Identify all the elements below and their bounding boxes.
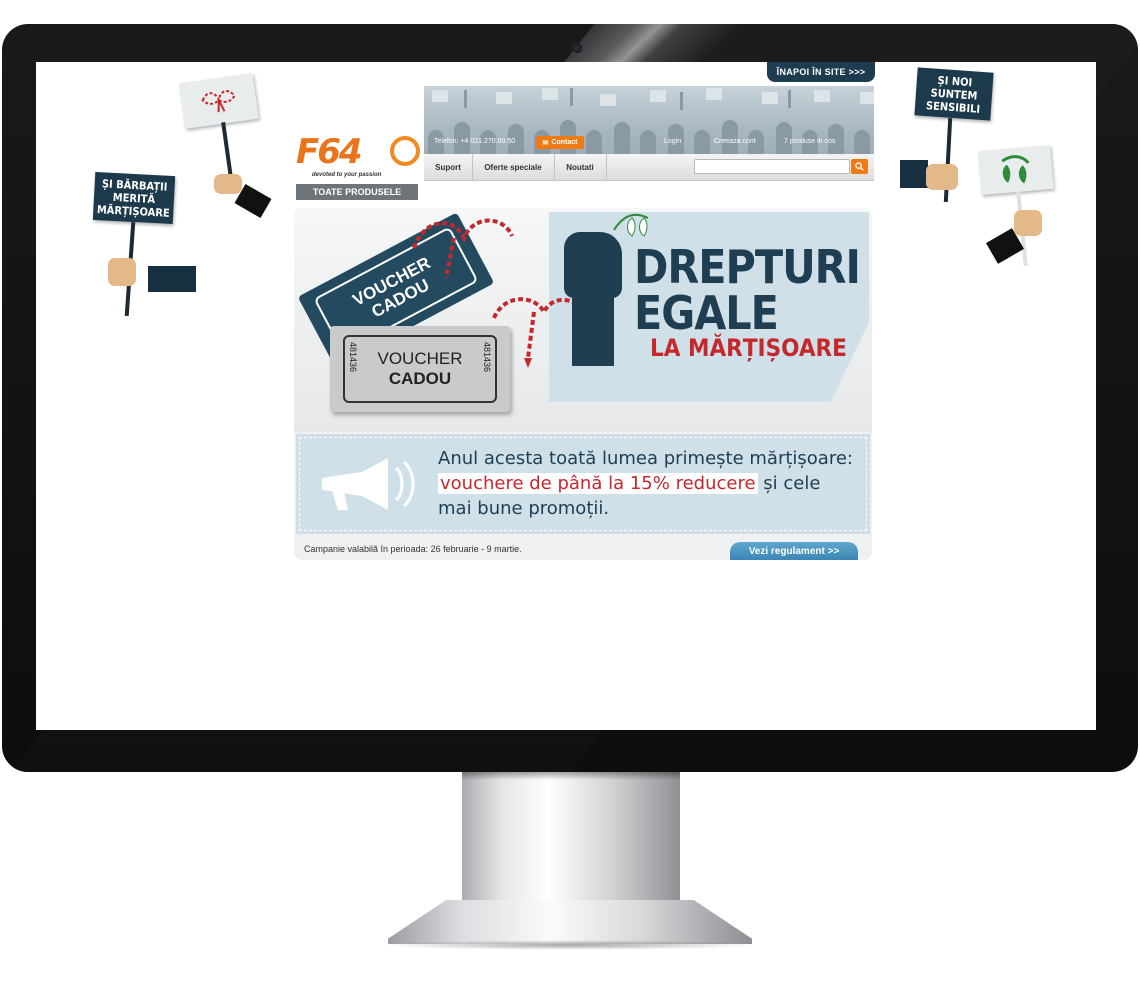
sign-snowdrop-right xyxy=(976,144,1086,278)
main-nav: Suport Oferte speciale Noutati xyxy=(424,154,874,181)
logo-wordmark: F64 xyxy=(296,132,363,172)
stand-shadow xyxy=(380,940,760,950)
promo-line-3: mai bune promoții. xyxy=(438,498,610,519)
logo-ring-icon xyxy=(390,136,420,166)
sign-left-men: ȘI BĂRBAȚII MERITĂ MĂRȚIȘOARE xyxy=(90,171,210,324)
headline: DREPTURI EGALE xyxy=(634,240,861,340)
logo-tagline: devoted to your passion xyxy=(312,172,382,178)
monitor-stand-base xyxy=(388,900,752,944)
sign-hand xyxy=(108,258,136,286)
screen: ȘI BĂRBAȚII MERITĂ MĂRȚIȘOARE ȘI NOI SUN… xyxy=(36,62,1096,730)
nav-support[interactable]: Suport xyxy=(424,154,473,180)
landing-page: ÎNAPOI ÎN SITE >>> Telefon: +4 021.270.0… xyxy=(294,62,875,562)
cart-link[interactable]: 7 produse in cos xyxy=(784,138,835,145)
promo-text: Anul acesta toată lumea primește mărțișo… xyxy=(438,446,868,521)
back-to-site-link[interactable]: ÎNAPOI ÎN SITE >>> xyxy=(767,62,875,82)
promo-line-2-wrap: vouchere de până la 15% reducere și cele xyxy=(438,471,868,496)
snowdrop-icon xyxy=(1001,155,1030,184)
promo-line-1: Anul acesta toată lumea primește mărțișo… xyxy=(438,448,853,469)
monitor-stand-neck xyxy=(462,772,680,902)
sign-hand xyxy=(1014,210,1042,236)
megaphone-icon xyxy=(322,458,415,510)
contact-button[interactable]: ✉ Contact xyxy=(536,136,584,149)
sign-left-text: ȘI BĂRBAȚII MERITĂ MĂRȚIȘOARE xyxy=(92,171,176,225)
snowdrop-placard xyxy=(978,144,1054,196)
sign-right-text: ȘI NOI SUNTEM SENSIBILI xyxy=(914,67,994,121)
promo-box: Anul acesta toată lumea primește mărțișo… xyxy=(296,434,870,534)
headline-line-2: EGALE xyxy=(634,286,779,340)
promo-line-2: și cele xyxy=(757,473,821,494)
martisor-placard xyxy=(179,73,259,129)
top-utility-bar: Telefon: +4 021.270.00.50 ✉ Contact Logi… xyxy=(424,132,874,154)
create-account-link[interactable]: Creeaza cont xyxy=(714,138,756,145)
nav-special-offers[interactable]: Oferte speciale xyxy=(472,154,555,180)
search-input[interactable] xyxy=(694,159,850,174)
martisor-string-icon xyxy=(412,218,584,368)
sign-sleeve xyxy=(900,160,928,188)
search-icon xyxy=(855,162,864,171)
camera-icon xyxy=(572,43,582,53)
contact-label: Contact xyxy=(551,139,578,146)
sign-sleeve xyxy=(148,266,196,292)
headline-line-1: DREPTURI xyxy=(634,240,861,294)
search-button[interactable] xyxy=(851,159,868,174)
fist-arm xyxy=(572,296,614,366)
martisor-bow-icon xyxy=(201,90,236,113)
campaign-period: Campanie valabilă în perioada: 26 februa… xyxy=(304,544,522,554)
login-link[interactable]: Login xyxy=(664,138,681,145)
sign-hand xyxy=(214,174,242,194)
subheadline: LA MĂRȚIȘOARE xyxy=(650,334,847,362)
view-rules-button[interactable]: Vezi regulament >> xyxy=(730,542,858,560)
campaign-banner: VOUCHER CADOU 481436 VOUCHER CADOU 48143… xyxy=(294,208,872,560)
snowdrop-flower-icon xyxy=(613,213,649,237)
phone-number: Telefon: +4 021.270.00.50 xyxy=(434,138,516,145)
all-products-button[interactable]: TOATE PRODUSELE xyxy=(296,184,418,200)
nav-news[interactable]: Noutati xyxy=(554,154,607,180)
envelope-icon: ✉ xyxy=(542,139,549,147)
sign-hand xyxy=(926,164,958,190)
voucher-serial-left: 481436 xyxy=(348,342,358,373)
promo-highlight: vouchere de până la 15% reducere xyxy=(438,473,758,494)
